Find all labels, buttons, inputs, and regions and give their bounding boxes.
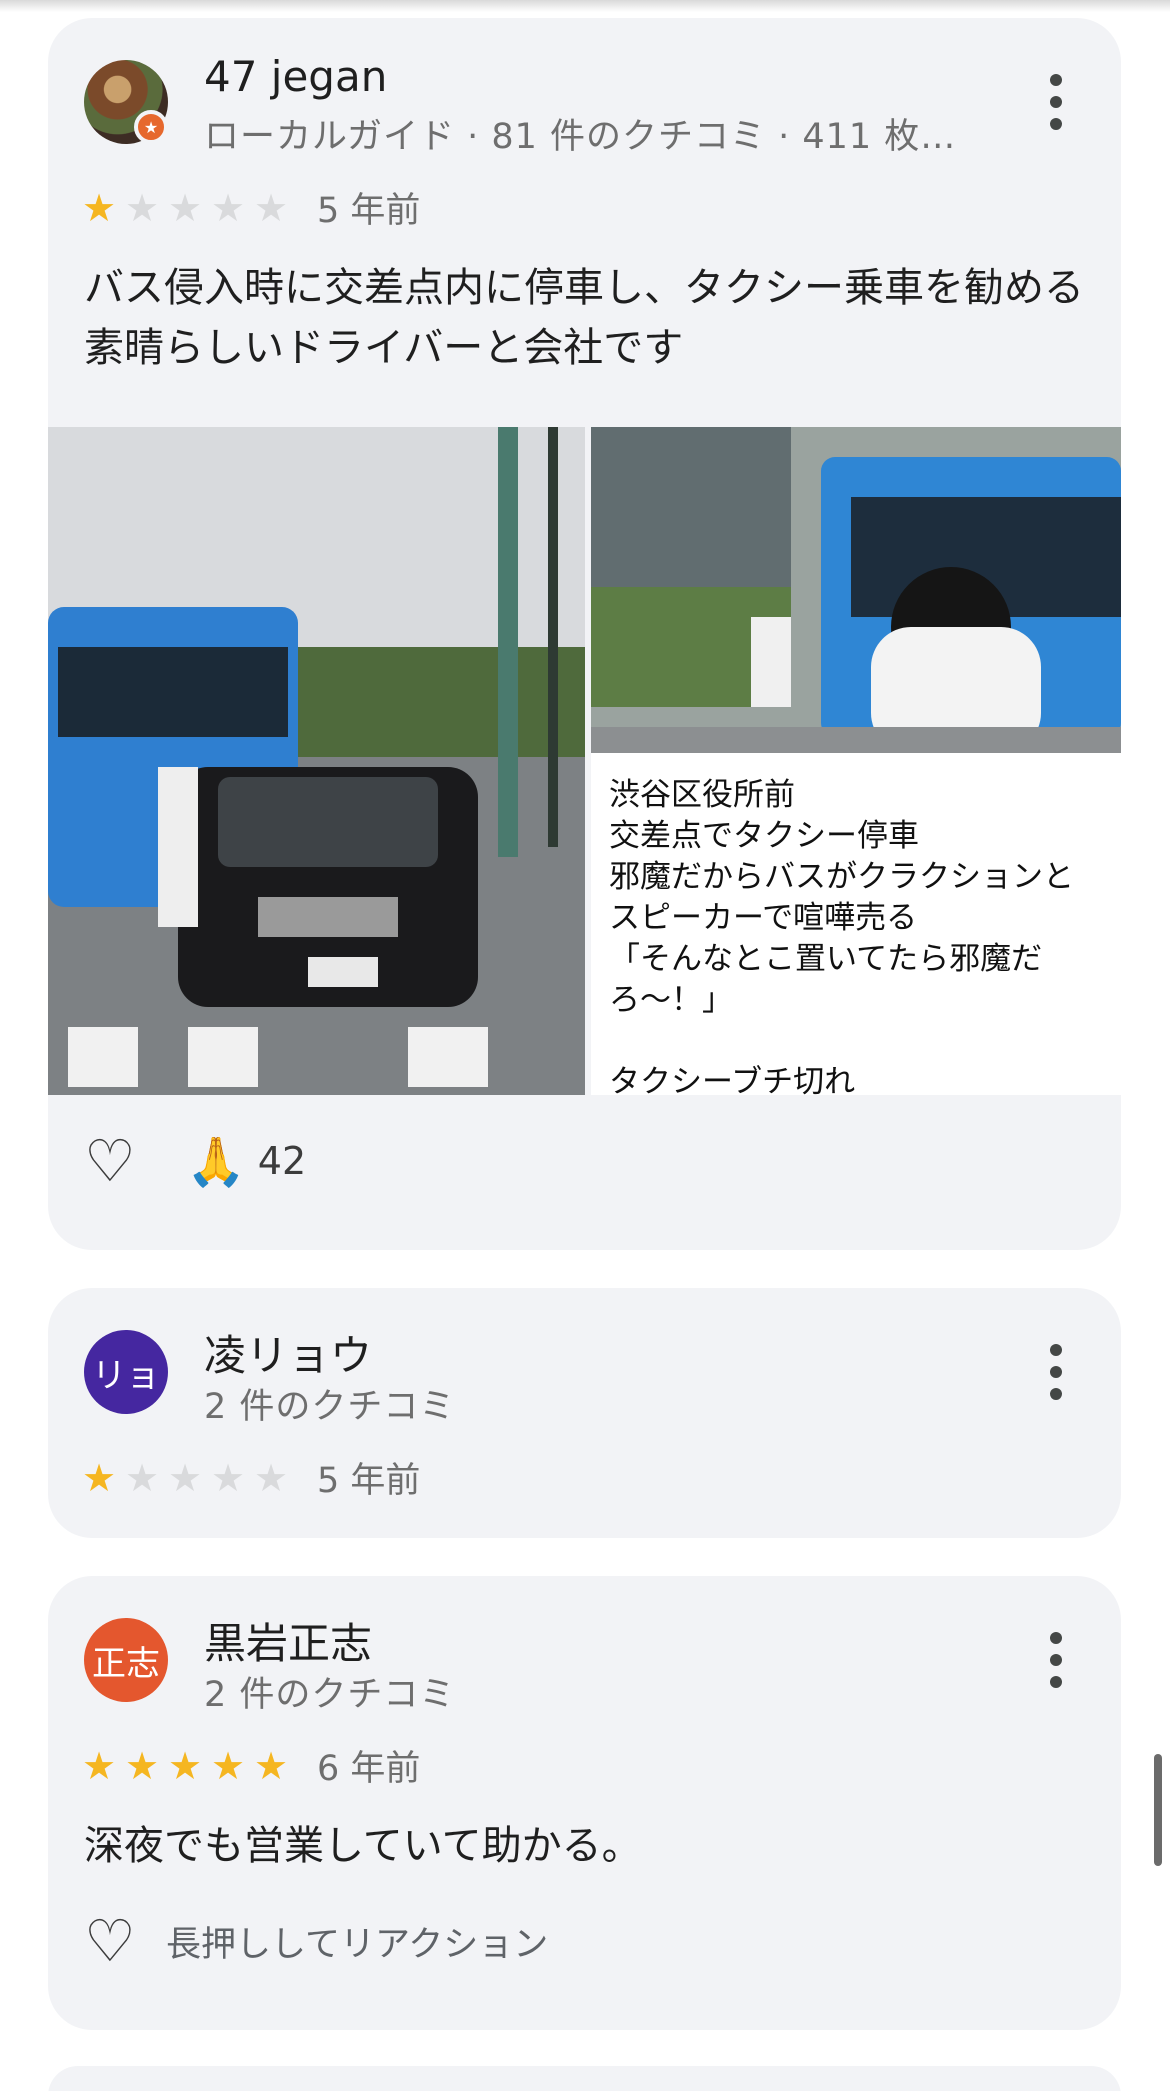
reaction-hint: 長押ししてリアクション <box>166 1924 549 1965</box>
star-rating: ★ ★ ★ ★ ★ 5 年前 <box>82 1452 420 1503</box>
star-icon: ★ <box>254 1743 289 1788</box>
star-icon: ★ <box>125 1455 160 1500</box>
review-time: 5 年前 <box>317 191 421 231</box>
review-photo-taxi[interactable] <box>48 427 585 1095</box>
star-icon: ★ <box>168 185 203 230</box>
reviewer-name[interactable]: 黒岩正志 <box>204 1610 372 1671</box>
avatar[interactable]: 正志 <box>84 1618 168 1702</box>
star-icon: ★ <box>125 185 160 230</box>
reviewer-subtitle: ローカルガイド · 81 件のクチコミ · 411 枚… <box>204 117 957 157</box>
avatar-initials: リョ <box>92 1355 160 1396</box>
scrollbar-thumb[interactable] <box>1154 1754 1162 1866</box>
star-icon: ★ <box>168 1455 203 1500</box>
local-guide-badge-icon: ★ <box>134 110 168 144</box>
star-icon: ★ <box>211 185 246 230</box>
review-card <box>48 2066 1121 2091</box>
star-rating: ★ ★ ★ ★ ★ 5 年前 <box>82 182 420 233</box>
star-icon: ★ <box>254 185 289 230</box>
more-options-icon[interactable] <box>1041 74 1071 130</box>
reaction-count: 42 <box>257 1139 307 1183</box>
reaction-emoji[interactable]: 🙏 <box>186 1133 246 1190</box>
heart-outline-icon[interactable]: ♡ <box>84 1132 136 1190</box>
reviewer-subtitle: 2 件のクチコミ <box>204 1387 456 1427</box>
reaction-row: ♡ 🙏 42 <box>84 1132 306 1190</box>
star-icon: ★ <box>254 1455 289 1500</box>
review-time: 5 年前 <box>317 1461 421 1501</box>
top-app-bar-shadow <box>0 0 1170 12</box>
avatar[interactable]: リョ <box>84 1330 168 1414</box>
review-text: バス侵入時に交差点内に停車し、タクシー乗車を勧める素晴らしいドライバーと会社です <box>84 265 1084 371</box>
avatar-initials: 正志 <box>92 1643 160 1684</box>
star-icon: ★ <box>168 1743 203 1788</box>
review-text: 深夜でも営業していて助かる。 <box>84 1823 642 1869</box>
star-icon: ★ <box>211 1455 246 1500</box>
reviewer-name[interactable]: 凌リョウ <box>204 1322 372 1383</box>
reviewer-subtitle: 2 件のクチコミ <box>204 1675 456 1715</box>
reaction-row: ♡ 長押ししてリアクション <box>84 1912 548 1970</box>
review-time: 6 年前 <box>317 1749 421 1789</box>
star-icon: ★ <box>211 1743 246 1788</box>
reviewer-name[interactable]: 47 jegan <box>204 52 387 101</box>
star-icon: ★ <box>82 185 117 230</box>
heart-outline-icon[interactable]: ♡ <box>84 1912 136 1970</box>
review-photo-screenshot[interactable]: 渋谷区役所前 交差点でタクシー停車 邪魔だからバスがクラクションと スピーカーで… <box>591 427 1121 1095</box>
review-card: ★ 47 jegan ローカルガイド · 81 件のクチコミ · 411 枚… … <box>48 18 1121 1250</box>
star-icon: ★ <box>82 1743 117 1788</box>
photo-caption: 渋谷区役所前 交差点でタクシー停車 邪魔だからバスがクラクションと スピーカーで… <box>609 777 1074 1095</box>
review-card: リョ 凌リョウ 2 件のクチコミ ★ ★ ★ ★ ★ 5 年前 <box>48 1288 1121 1538</box>
more-options-icon[interactable] <box>1041 1632 1071 1688</box>
star-rating: ★ ★ ★ ★ ★ 6 年前 <box>82 1740 420 1791</box>
photo-bus-scene <box>591 427 1121 753</box>
star-icon: ★ <box>82 1455 117 1500</box>
more-options-icon[interactable] <box>1041 1344 1071 1400</box>
star-icon: ★ <box>125 1743 160 1788</box>
review-card: 正志 黒岩正志 2 件のクチコミ ★ ★ ★ ★ ★ 6 年前 深夜でも営業して… <box>48 1576 1121 2030</box>
